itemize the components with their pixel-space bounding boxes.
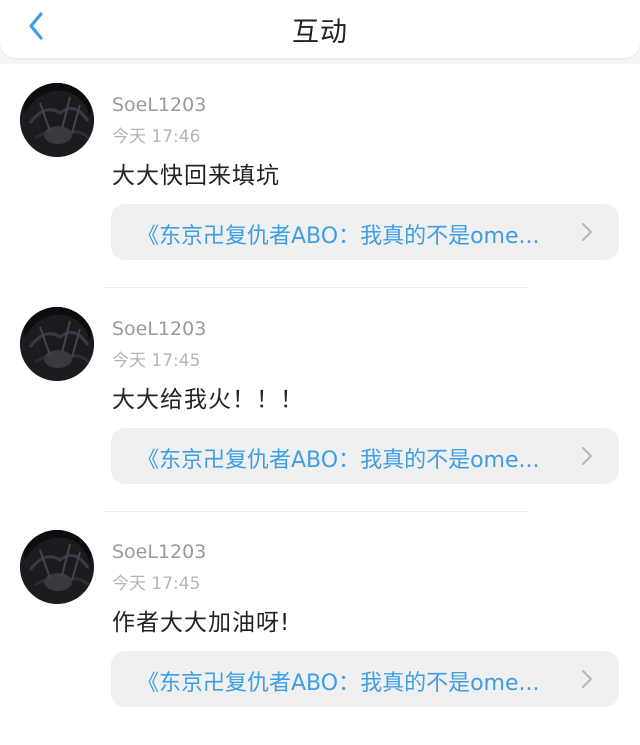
timestamp: 今天 17:45 (112, 351, 201, 371)
username[interactable]: SoeL1203 (112, 318, 206, 340)
username[interactable]: SoeL1203 (112, 94, 206, 116)
chevron-right-icon (582, 223, 592, 241)
comment-text: 作者大大加油呀! (112, 610, 291, 636)
avatar-image (20, 83, 94, 157)
work-link-title: 《东京卍复仇者ABO：我真的不是ome... (137, 448, 540, 473)
comment-item: SoeL1203 今天 17:45 作者大大加油呀! 《东京卍复仇者ABO：我真… (0, 511, 640, 735)
avatar[interactable] (20, 307, 94, 381)
timestamp: 今天 17:45 (112, 574, 201, 594)
avatar[interactable] (20, 530, 94, 604)
comment-item: SoeL1203 今天 17:45 大大给我火！！！ 《东京卍复仇者ABO：我真… (0, 288, 640, 512)
avatar-image (20, 307, 94, 381)
chevron-right-icon (582, 447, 592, 465)
comment-text: 大大快回来填坑 (112, 163, 280, 189)
comment-item: SoeL1203 今天 17:46 大大快回来填坑 《东京卍复仇者ABO：我真的… (0, 64, 640, 288)
work-link[interactable]: 《东京卍复仇者ABO：我真的不是ome... (111, 651, 619, 707)
username[interactable]: SoeL1203 (112, 541, 206, 563)
work-link[interactable]: 《东京卍复仇者ABO：我真的不是ome... (111, 428, 619, 484)
work-link-title: 《东京卍复仇者ABO：我真的不是ome... (137, 671, 540, 696)
timestamp: 今天 17:46 (112, 127, 201, 147)
avatar[interactable] (20, 83, 94, 157)
page-title: 互动 (292, 17, 348, 48)
chevron-right-icon (582, 670, 592, 688)
avatar-image (20, 530, 94, 604)
work-link-title: 《东京卍复仇者ABO：我真的不是ome... (137, 224, 540, 249)
top-bar: 互动 (0, 0, 640, 58)
comment-list: SoeL1203 今天 17:46 大大快回来填坑 《东京卍复仇者ABO：我真的… (0, 64, 640, 745)
work-link[interactable]: 《东京卍复仇者ABO：我真的不是ome... (111, 204, 619, 260)
comment-text: 大大给我火！！！ (112, 387, 304, 413)
